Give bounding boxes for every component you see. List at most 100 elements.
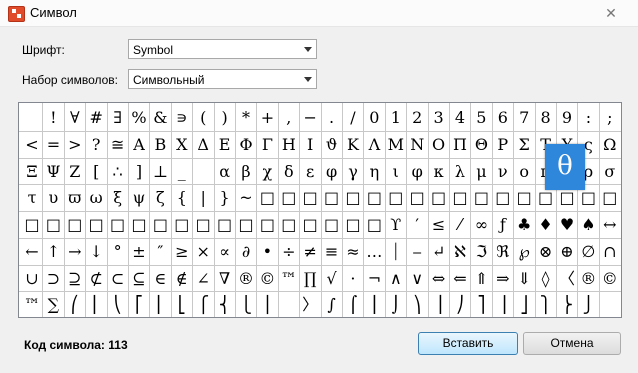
symbol-cell[interactable]: ℵ xyxy=(450,240,470,264)
symbol-cell[interactable]: □ xyxy=(493,186,513,210)
symbol-cell[interactable]: η xyxy=(364,160,384,184)
symbol-cell[interactable]: Η xyxy=(279,133,299,157)
symbol-cell[interactable]: Ν xyxy=(407,133,427,157)
symbol-cell[interactable]: □ xyxy=(172,213,192,237)
insert-button[interactable]: Вставить xyxy=(418,332,518,355)
symbol-cell[interactable]: κ xyxy=(429,160,449,184)
symbol-cell[interactable]: / xyxy=(343,106,363,130)
symbol-cell[interactable]: ? xyxy=(86,133,106,157)
symbol-cell[interactable]: ⁄ xyxy=(450,213,470,237)
symbol-cell[interactable]: ⎟ xyxy=(429,293,449,317)
symbol-cell[interactable]: 9 xyxy=(557,106,577,130)
symbol-cell[interactable]: ≅ xyxy=(108,133,128,157)
symbol-cell[interactable]: Ζ xyxy=(65,160,85,184)
symbol-cell[interactable]: ∇ xyxy=(215,267,235,291)
symbol-cell[interactable]: } xyxy=(215,186,235,210)
symbol-cell[interactable]: ® xyxy=(578,267,598,291)
symbol-cell[interactable]: ψ xyxy=(129,186,149,210)
symbol-cell[interactable]: ⎩ xyxy=(236,293,256,317)
symbol-cell[interactable]: ≡ xyxy=(322,240,342,264)
symbol-cell[interactable]: ξ xyxy=(108,186,128,210)
symbol-cell[interactable]: ⎝ xyxy=(108,293,128,317)
symbol-cell[interactable]: λ xyxy=(450,160,470,184)
symbol-cell[interactable]: ∈ xyxy=(150,267,170,291)
symbol-cell[interactable]: 〉 xyxy=(300,293,320,317)
symbol-cell[interactable]: ν xyxy=(493,160,513,184)
symbol-cell[interactable]: □ xyxy=(600,186,620,210)
symbol-cell[interactable]: − xyxy=(300,106,320,130)
symbol-cell[interactable]: ⊃ xyxy=(43,267,63,291)
symbol-cell[interactable]: ℜ xyxy=(493,240,513,264)
symbol-cell[interactable]: ⎭ xyxy=(578,293,598,317)
symbol-cell[interactable]: ⊗ xyxy=(536,240,556,264)
symbol-cell[interactable]: & xyxy=(150,106,170,130)
symbol-cell[interactable]: □ xyxy=(471,186,491,210)
symbol-cell[interactable]: ∑ xyxy=(43,293,63,317)
font-select[interactable]: Symbol xyxy=(128,39,317,59)
symbol-cell[interactable]: Ι xyxy=(300,133,320,157)
symbol-cell[interactable]: ∍ xyxy=(172,106,192,130)
symbol-cell[interactable]: □ xyxy=(279,213,299,237)
symbol-cell[interactable]: Ο xyxy=(429,133,449,157)
symbol-cell[interactable]: ⊂ xyxy=(108,267,128,291)
symbol-cell[interactable]: ⎛ xyxy=(65,293,85,317)
symbol-cell[interactable]: ⎬ xyxy=(557,293,577,317)
symbol-cell[interactable]: γ xyxy=(343,160,363,184)
symbol-cell[interactable]: ! xyxy=(43,106,63,130)
symbol-cell[interactable]: ⎯ xyxy=(407,240,427,264)
symbol-cell[interactable]: ⌡ xyxy=(386,293,406,317)
symbol-cell[interactable]: ∅ xyxy=(578,240,598,264)
symbol-cell[interactable]: □ xyxy=(514,186,534,210)
symbol-cell[interactable]: □ xyxy=(150,213,170,237)
symbol-cell[interactable]: * xyxy=(236,106,256,130)
symbol-cell[interactable]: ◊ xyxy=(536,267,556,291)
symbol-cell[interactable]: ⇒ xyxy=(493,267,513,291)
symbol-cell[interactable]: ⎨ xyxy=(215,293,235,317)
symbol-cell[interactable]: ± xyxy=(129,240,149,264)
symbol-cell[interactable]: < xyxy=(22,133,42,157)
symbol-cell[interactable] xyxy=(193,160,213,184)
symbol-cell[interactable]: ∂ xyxy=(236,240,256,264)
symbol-cell[interactable]: □ xyxy=(279,186,299,210)
symbol-cell[interactable]: ♦ xyxy=(536,213,556,237)
symbol-cell[interactable]: ; xyxy=(600,106,620,130)
symbol-cell[interactable]: ⊆ xyxy=(129,267,149,291)
symbol-cell[interactable]: 1 xyxy=(386,106,406,130)
symbol-cell[interactable]: ≤ xyxy=(429,213,449,237)
symbol-cell[interactable]: □ xyxy=(43,213,63,237)
symbol-cell[interactable]: Α xyxy=(129,133,149,157)
symbol-cell[interactable]: ∉ xyxy=(172,267,192,291)
symbol-cell[interactable]: □ xyxy=(108,213,128,237)
symbol-cell[interactable] xyxy=(22,106,42,130)
symbol-cell[interactable]: □ xyxy=(407,186,427,210)
symbol-cell[interactable]: © xyxy=(600,267,620,291)
symbol-cell[interactable]: Ε xyxy=(215,133,235,157)
symbol-cell[interactable]: ™ xyxy=(279,267,299,291)
charset-select[interactable]: Символьный xyxy=(128,69,317,89)
symbol-cell[interactable]: □ xyxy=(129,213,149,237)
symbol-cell[interactable]: ⎜ xyxy=(86,293,106,317)
symbol-cell[interactable]: ϖ xyxy=(65,186,85,210)
symbol-cell[interactable]: ε xyxy=(300,160,320,184)
symbol-cell[interactable]: ⎥ xyxy=(493,293,513,317)
symbol-cell[interactable]: ≥ xyxy=(172,240,192,264)
symbol-cell[interactable]: □ xyxy=(300,186,320,210)
symbol-cell[interactable]: 4 xyxy=(450,106,470,130)
symbol-cell[interactable]: ∨ xyxy=(407,267,427,291)
symbol-cell[interactable]: ⊥ xyxy=(150,160,170,184)
symbol-cell[interactable]: ι xyxy=(386,160,406,184)
symbol-cell[interactable]: □ xyxy=(65,213,85,237)
symbol-cell[interactable]: ® xyxy=(236,267,256,291)
symbol-cell[interactable]: ⇑ xyxy=(471,267,491,291)
symbol-cell[interactable]: □ xyxy=(86,213,106,237)
symbol-cell[interactable]: 7 xyxy=(514,106,534,130)
symbol-cell[interactable]: . xyxy=(322,106,342,130)
symbol-cell[interactable]: ⇐ xyxy=(450,267,470,291)
symbol-cell[interactable]: φ xyxy=(322,160,342,184)
symbol-cell[interactable]: > xyxy=(65,133,85,157)
symbol-cell[interactable]: Μ xyxy=(386,133,406,157)
symbol-cell[interactable]: □ xyxy=(429,186,449,210)
symbol-cell[interactable]: μ xyxy=(471,160,491,184)
symbol-cell[interactable]: 3 xyxy=(429,106,449,130)
symbol-cell[interactable]: ⊇ xyxy=(65,267,85,291)
